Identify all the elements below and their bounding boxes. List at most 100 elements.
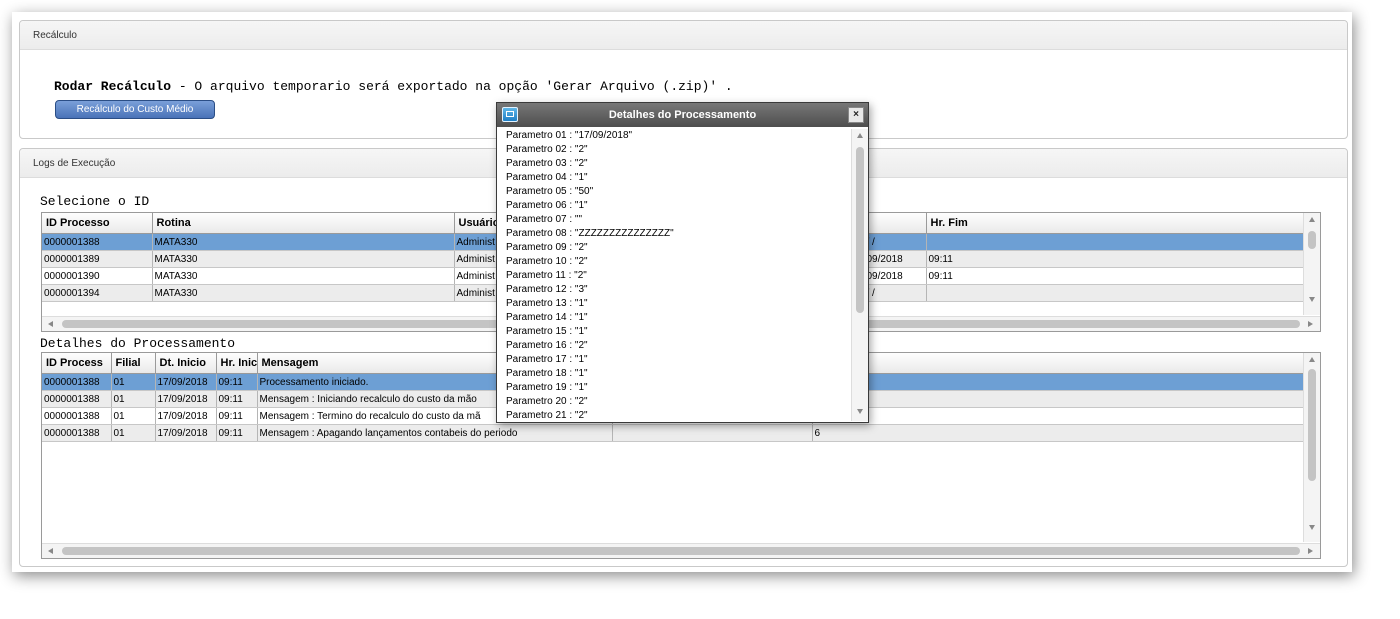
cell-dt-fim: / / <box>864 284 927 302</box>
cell-col-7: 6 <box>812 424 1304 442</box>
select-id-label: Selecione o ID <box>40 194 150 209</box>
cell-id-process: 0000001388 <box>42 390 112 408</box>
scroll-up-icon[interactable] <box>1309 357 1315 362</box>
cell-dt-inicio: 17/09/2018 <box>155 424 217 442</box>
parameter-item: Parametro 18 : "1" <box>506 368 588 379</box>
scroll-right-icon[interactable] <box>1308 548 1313 554</box>
scroll-down-icon[interactable] <box>1309 297 1315 302</box>
cell-id-processo: 0000001390 <box>42 267 153 285</box>
cell-rotina: MATA330 <box>152 284 455 302</box>
parameter-item: Parametro 01 : "17/09/2018" <box>506 130 633 141</box>
column-header-col-7[interactable] <box>812 353 1304 374</box>
parameter-item: Parametro 20 : "2" <box>506 396 588 407</box>
parameter-item: Parametro 14 : "1" <box>506 312 588 323</box>
rodar-recalculo-description: - O arquivo temporario será exportado na… <box>171 79 733 94</box>
cell-id-processo: 0000001388 <box>42 233 153 251</box>
scroll-thumb[interactable] <box>856 147 864 313</box>
parameter-item: Parametro 10 : "2" <box>506 256 588 267</box>
cell-hr-inicio: 09:11 <box>216 390 258 408</box>
scroll-thumb[interactable] <box>1308 231 1316 249</box>
parameter-item: Parametro 06 : "1" <box>506 200 588 211</box>
cell-dt-fim: / / <box>864 233 927 251</box>
parameter-item: Parametro 07 : "" <box>506 214 583 225</box>
detalhes-processamento-dialog: Detalhes do Processamento × Parametro 01… <box>496 102 869 423</box>
cell-col-7 <box>812 373 1304 391</box>
cell-col-7 <box>812 407 1304 425</box>
cell-dt-fim: 09/2018 <box>864 267 927 285</box>
rodar-recalculo-text: Rodar Recálculo - O arquivo temporario s… <box>54 79 733 94</box>
window-icon <box>502 107 518 122</box>
cell-rotina: MATA330 <box>152 267 455 285</box>
parameter-item: Parametro 19 : "1" <box>506 382 588 393</box>
close-icon[interactable]: × <box>848 107 864 123</box>
scroll-up-icon[interactable] <box>857 133 863 138</box>
dialog-titlebar[interactable]: Detalhes do Processamento × <box>497 103 868 127</box>
cell-id-processo: 0000001389 <box>42 250 153 268</box>
cell-filial: 01 <box>111 424 156 442</box>
scroll-down-icon[interactable] <box>857 409 863 414</box>
cell-dt-inicio: 17/09/2018 <box>155 373 217 391</box>
cell-col-7 <box>812 390 1304 408</box>
cell-rotina: MATA330 <box>152 233 455 251</box>
column-header-hr-inicio[interactable]: Hr. Inic <box>216 353 258 374</box>
cell-dt-inicio: 17/09/2018 <box>155 390 217 408</box>
cell-filial: 01 <box>111 373 156 391</box>
details-grid-hscroll[interactable] <box>42 543 1320 558</box>
cell-id-process: 0000001388 <box>42 407 112 425</box>
dialog-vscroll[interactable] <box>851 129 868 421</box>
recalculo-custo-medio-button[interactable]: Recálculo do Custo Médio <box>55 100 215 119</box>
cell-id-process: 0000001388 <box>42 424 112 442</box>
cell-hr-inicio: 09:11 <box>216 407 258 425</box>
column-header-dt-inicio[interactable]: Dt. Inicio <box>155 353 217 374</box>
cell-hr-inicio: 09:11 <box>216 373 258 391</box>
cell-dt-inicio: 17/09/2018 <box>155 407 217 425</box>
parameter-item: Parametro 08 : "ZZZZZZZZZZZZZZZ" <box>506 228 674 239</box>
process-grid-vscroll[interactable] <box>1303 213 1320 315</box>
parameter-item: Parametro 13 : "1" <box>506 298 588 309</box>
cell-hr-fim <box>926 284 1304 302</box>
cell-mensagem: Mensagem : Apagando lançamentos contabei… <box>257 424 613 442</box>
parameter-item: Parametro 05 : "50" <box>506 186 594 197</box>
parameter-item: Parametro 21 : "2" <box>506 410 588 419</box>
parameter-item: Parametro 15 : "1" <box>506 326 588 337</box>
parameter-item: Parametro 04 : "1" <box>506 172 588 183</box>
column-header-dt-fim[interactable] <box>864 213 927 234</box>
parameter-item: Parametro 16 : "2" <box>506 340 588 351</box>
cell-hr-fim <box>926 233 1304 251</box>
column-header-rotina[interactable]: Rotina <box>152 213 455 234</box>
scroll-thumb[interactable] <box>62 547 1300 555</box>
cell-col-6 <box>612 424 813 442</box>
cell-id-processo: 0000001394 <box>42 284 153 302</box>
parameter-item: Parametro 03 : "2" <box>506 158 588 169</box>
details-label: Detalhes do Processamento <box>40 336 236 351</box>
parameter-item: Parametro 11 : "2" <box>506 270 587 281</box>
cell-filial: 01 <box>111 390 156 408</box>
parameter-item: Parametro 12 : "3" <box>506 284 588 295</box>
scroll-up-icon[interactable] <box>1309 217 1315 222</box>
detail-row[interactable]: 0000001388 01 17/09/2018 09:11 Mensagem : Ap… <box>42 424 1304 442</box>
scroll-left-icon[interactable] <box>48 548 53 554</box>
cell-hr-inicio: 09:11 <box>216 424 258 442</box>
details-grid-vscroll[interactable] <box>1303 353 1320 542</box>
rodar-recalculo-label: Rodar Recálculo <box>54 79 172 94</box>
cell-id-process: 0000001388 <box>42 373 112 391</box>
parameter-item: Parametro 09 : "2" <box>506 242 588 253</box>
dialog-title: Detalhes do Processamento <box>608 109 757 121</box>
column-header-filial[interactable]: Filial <box>111 353 156 374</box>
column-header-hr-fim[interactable]: Hr. Fim <box>926 213 1304 234</box>
scroll-right-icon[interactable] <box>1308 321 1313 327</box>
column-header-id-process[interactable]: ID Process <box>42 353 112 374</box>
scroll-left-icon[interactable] <box>48 321 53 327</box>
cell-dt-fim: 09/2018 <box>864 250 927 268</box>
recalculo-panel-title: Recálculo <box>20 21 1347 50</box>
scroll-thumb[interactable] <box>1308 369 1316 481</box>
scroll-down-icon[interactable] <box>1309 525 1315 530</box>
cell-rotina: MATA330 <box>152 250 455 268</box>
parameter-item: Parametro 17 : "1" <box>506 354 588 365</box>
column-header-id-processo[interactable]: ID Processo <box>42 213 153 234</box>
parameters-list: Parametro 01 : "17/09/2018" Parametro 02 … <box>498 129 859 419</box>
cell-hr-fim: 09:11 <box>926 250 1304 268</box>
cell-filial: 01 <box>111 407 156 425</box>
cell-hr-fim: 09:11 <box>926 267 1304 285</box>
parameter-item: Parametro 02 : "2" <box>506 144 588 155</box>
